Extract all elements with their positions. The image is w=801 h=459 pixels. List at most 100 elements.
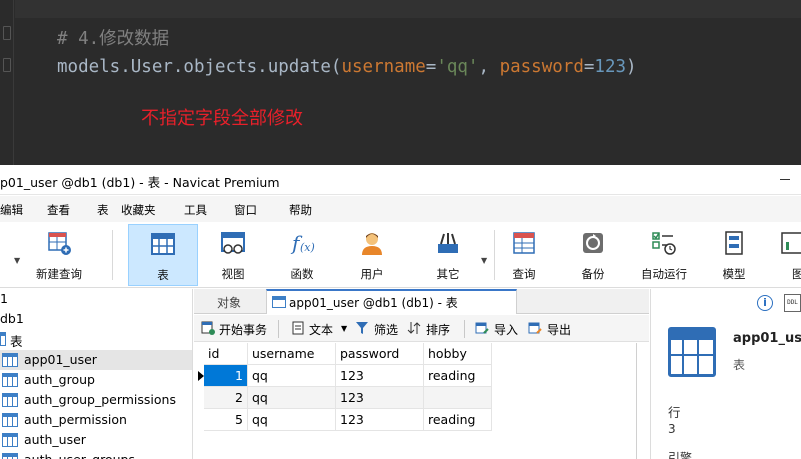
code-editor[interactable]: # 4.修改数据 models.User.objects.update(user… [0, 0, 801, 165]
user-button[interactable]: 用户 [342, 224, 402, 286]
window-title: p01_user @db1 (db1) - 表 - Navicat Premiu… [0, 175, 280, 190]
menu-bar: 编辑 查看 表 收藏夹 工具 窗口 帮助 [0, 196, 801, 222]
import-button[interactable]: 导入 [494, 321, 518, 338]
fold-marker-icon[interactable] [3, 58, 11, 72]
svg-text:(x): (x) [300, 241, 315, 254]
text-icon [292, 321, 304, 335]
tree-item-tables[interactable]: 表 [0, 329, 192, 349]
cell-id[interactable]: 1 [204, 365, 248, 387]
column-header-id[interactable]: id [204, 343, 248, 365]
menu-tools[interactable]: 工具 [184, 202, 207, 218]
tab-app01-user[interactable]: app01_user @db1 (db1) - 表 [266, 289, 517, 314]
export-button[interactable]: 导出 [547, 321, 571, 338]
column-header-hobby[interactable]: hobby [424, 343, 492, 365]
text-button[interactable]: 文本 [309, 321, 333, 338]
table-row[interactable]: 5 qq 123 reading [194, 409, 494, 431]
column-header-password[interactable]: password [336, 343, 424, 365]
tree-item-auth-user-groups[interactable]: auth_user_groups [0, 450, 192, 459]
tree-item-db1[interactable]: db1 [0, 309, 192, 329]
sort-icon [407, 322, 421, 334]
chart-button[interactable]: 图 [778, 224, 801, 286]
tree-item-auth-group[interactable]: auth_group [0, 370, 192, 390]
table-row[interactable]: 2 qq 123 [194, 387, 494, 409]
grid-header-row: id username password hobby [194, 343, 494, 365]
other-icon [438, 233, 458, 253]
tab-objects[interactable]: 对象 [194, 289, 264, 314]
navicat-window: p01_user @db1 (db1) - 表 - Navicat Premiu… [0, 165, 801, 459]
table-button[interactable]: 表 [128, 224, 198, 286]
cell-hobby[interactable]: reading [424, 365, 492, 387]
table-icon [2, 433, 18, 447]
editor-gutter [0, 0, 14, 165]
toolbar-separator [278, 320, 279, 338]
toolbar-separator [112, 230, 113, 280]
menu-favorites[interactable]: 收藏夹 [121, 202, 156, 218]
tree-item-app01-user[interactable]: app01_user [0, 350, 192, 370]
annotation-text: 不指定字段全部修改 [141, 108, 303, 129]
tree-item-auth-group-permissions[interactable]: auth_group_permissions [0, 390, 192, 410]
query-icon [513, 232, 535, 254]
minimize-icon[interactable] [780, 179, 790, 180]
begin-transaction-icon [201, 321, 215, 335]
tree-item-auth-user[interactable]: auth_user [0, 430, 192, 450]
table-icon [151, 233, 175, 255]
table-icon [2, 373, 18, 387]
menu-window[interactable]: 窗口 [234, 202, 257, 218]
cell-password[interactable]: 123 [336, 409, 424, 431]
vertical-scrollbar[interactable] [636, 343, 637, 459]
auto-run-button[interactable]: 自动运行 [632, 224, 696, 286]
model-button[interactable]: 模型 [706, 224, 762, 286]
fold-marker-icon[interactable] [3, 26, 11, 40]
cell-hobby[interactable]: reading [424, 409, 492, 431]
menu-edit[interactable]: 编辑 [0, 202, 23, 218]
navigation-tree: 1 db1 表 app01_user auth_group auth_group… [0, 289, 193, 459]
code-comment: # 4.修改数据 [57, 29, 170, 49]
info-icon[interactable]: i [757, 295, 773, 311]
menu-help[interactable]: 帮助 [289, 202, 312, 218]
cell-username[interactable]: qq [248, 409, 336, 431]
backup-button[interactable]: 备份 [564, 224, 622, 286]
tree-item-auth-permission[interactable]: auth_permission [0, 410, 192, 430]
code-line-update: models.User.objects.update(username='qq'… [57, 57, 637, 77]
tab-bar: 对象 app01_user @db1 (db1) - 表 [194, 289, 649, 314]
table-icon [668, 327, 716, 377]
object-kind: 表 [733, 358, 746, 372]
table-icon [2, 453, 18, 459]
object-name: app01_user [733, 331, 801, 346]
function-button[interactable]: f (x) 函数 [272, 224, 332, 286]
object-info-panel: i DDL app01_user 表 行 3 引擎 [650, 289, 801, 459]
cell-id[interactable]: 5 [204, 409, 248, 431]
column-header-username[interactable]: username [248, 343, 336, 365]
dropdown-arrow-icon[interactable]: ▼ [341, 324, 347, 333]
cell-id[interactable]: 2 [204, 387, 248, 409]
filter-icon [356, 322, 368, 334]
tree-item-connection[interactable]: 1 [0, 289, 192, 309]
table-icon [0, 332, 6, 346]
engine-label: 引擎 [668, 451, 693, 459]
view-button[interactable]: 视图 [203, 224, 263, 286]
current-line-highlight [15, 0, 801, 18]
new-query-icon [48, 232, 71, 255]
ddl-icon[interactable]: DDL [784, 294, 801, 312]
auto-run-icon [652, 232, 676, 255]
rows-label: 行 [668, 405, 681, 420]
cell-password[interactable]: 123 [336, 387, 424, 409]
query-button[interactable]: 查询 [495, 224, 553, 286]
cell-password[interactable]: 123 [336, 365, 424, 387]
begin-transaction-button[interactable]: 开始事务 [219, 321, 267, 338]
cell-hobby[interactable] [424, 387, 492, 409]
sort-button[interactable]: 排序 [426, 321, 450, 338]
new-query-button[interactable]: 新建查询 [28, 224, 90, 286]
dropdown-arrow-icon[interactable]: ▼ [481, 256, 487, 265]
backup-icon [583, 233, 603, 253]
cell-username[interactable]: qq [248, 365, 336, 387]
cell-username[interactable]: qq [248, 387, 336, 409]
other-button[interactable]: 其它 [418, 224, 478, 286]
dropdown-arrow-icon[interactable]: ▼ [14, 256, 20, 265]
window-titlebar: p01_user @db1 (db1) - 表 - Navicat Premiu… [0, 165, 801, 195]
menu-view[interactable]: 查看 [47, 202, 70, 218]
data-grid[interactable]: id username password hobby 1 qq 123 read… [194, 343, 649, 459]
menu-table[interactable]: 表 [97, 202, 109, 218]
filter-button[interactable]: 筛选 [374, 321, 398, 338]
table-row[interactable]: 1 qq 123 reading [194, 365, 494, 387]
